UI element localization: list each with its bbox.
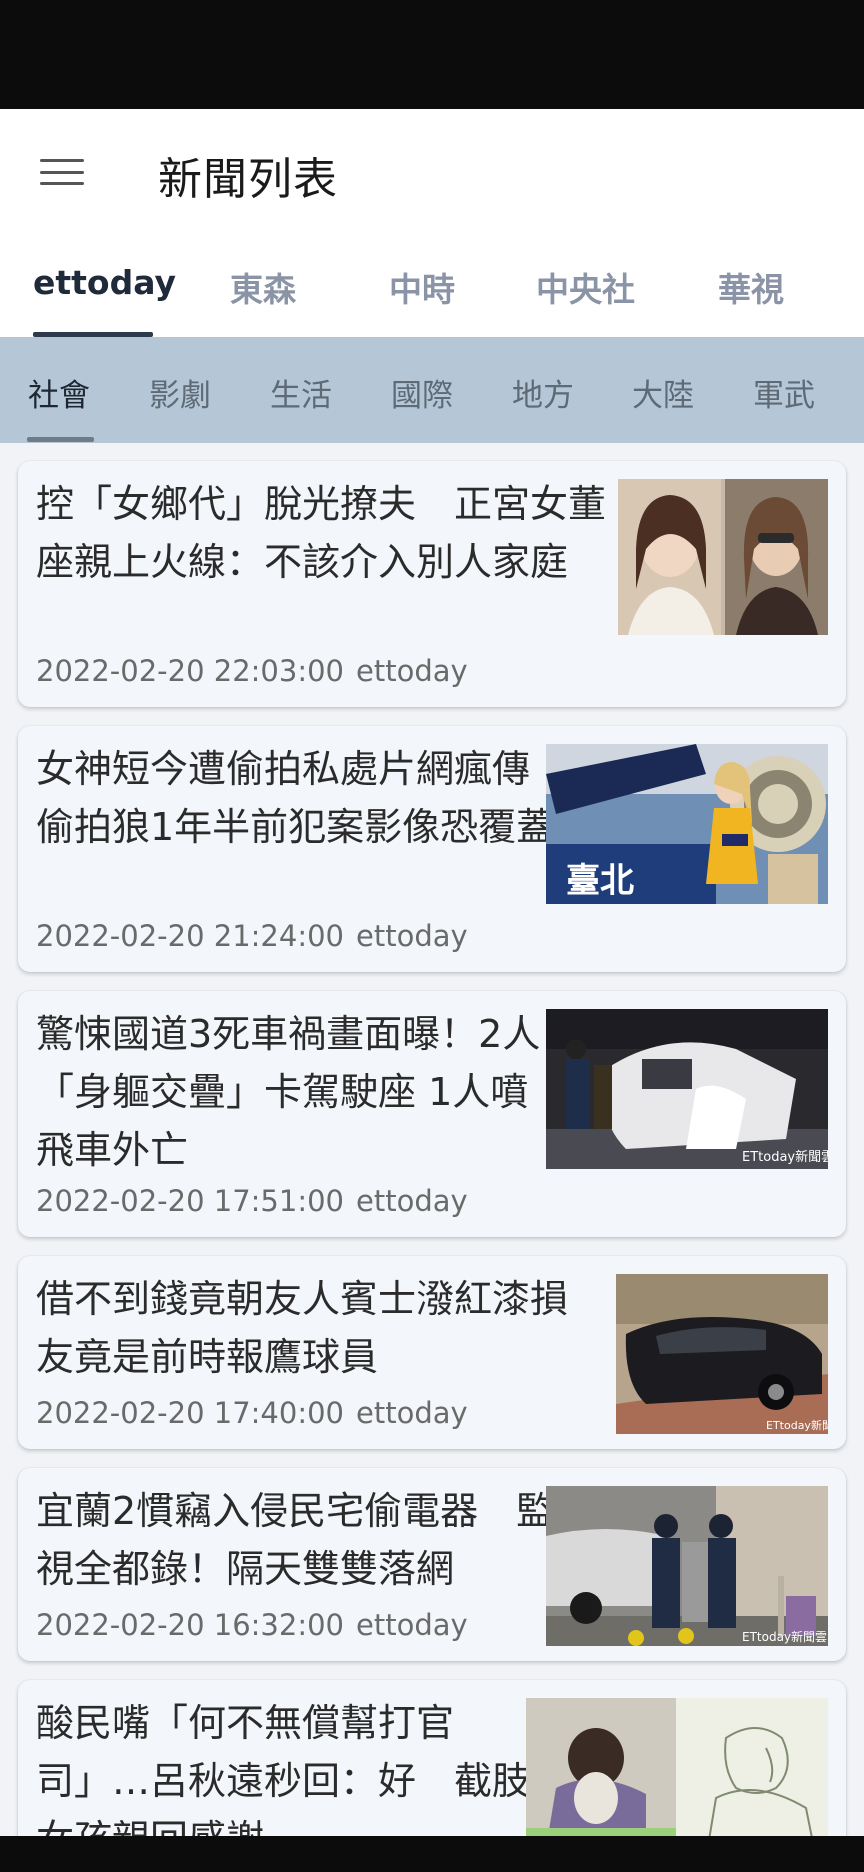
news-date: 2022-02-20 21:24:00 <box>36 919 344 953</box>
news-list: 控「女鄉代」脫光撩夫 正宮女董座親上火線：不該介入別人家庭 2022-02-20… <box>0 443 864 1836</box>
svg-text:ETtoday新聞雲: ETtoday新聞雲 <box>766 1418 828 1432</box>
status-bar <box>0 0 864 109</box>
tab-military[interactable]: 軍武 <box>753 370 815 415</box>
tab-life[interactable]: 生活 <box>270 370 332 415</box>
news-title: 控「女鄉代」脫光撩夫 正宮女董座親上火線：不該介入別人家庭 <box>36 482 607 584</box>
tab-cna[interactable]: 中央社 <box>536 263 635 311</box>
svg-text:臺北: 臺北 <box>566 861 634 901</box>
news-thumbnail <box>526 1698 828 1836</box>
news-thumbnail: ETtoday新聞雲 <box>546 1009 828 1169</box>
news-card[interactable]: 控「女鄉代」脫光撩夫 正宮女董座親上火線：不該介入別人家庭 2022-02-20… <box>18 461 846 707</box>
tab-mainland[interactable]: 大陸 <box>632 370 694 415</box>
tab-society[interactable]: 社會 <box>28 370 90 415</box>
svg-text:ETtoday新聞雲: ETtoday新聞雲 <box>742 1629 827 1644</box>
tab-ettoday[interactable]: ettoday <box>33 263 176 302</box>
news-title: 女神短今遭偷拍私處片網瘋傳 偷拍狼1年半前犯案影像恐覆蓋 <box>36 747 568 849</box>
source-tab-bar: ettoday 東森 中時 中央社 華視 <box>0 237 864 337</box>
news-meta: 2022-02-20 17:40:00 ettoday <box>36 1396 468 1430</box>
news-source: ettoday <box>356 1184 468 1218</box>
tab-chinatimes[interactable]: 中時 <box>389 263 455 311</box>
news-title: 酸民嘴「何不無償幫打官司」…呂秋遠秒回：好 截肢女孩親回感謝 <box>36 1701 531 1836</box>
news-thumbnail: 臺北 <box>546 744 828 904</box>
tab-international[interactable]: 國際 <box>391 370 453 415</box>
news-source: ettoday <box>356 1396 468 1430</box>
tab-dongsen[interactable]: 東森 <box>230 263 296 311</box>
category-tab-indicator <box>27 437 94 442</box>
news-thumbnail: ETtoday新聞雲 <box>616 1274 828 1434</box>
news-date: 2022-02-20 17:51:00 <box>36 1184 344 1218</box>
news-meta: 2022-02-20 21:24:00 ettoday <box>36 919 468 953</box>
news-title: 宜蘭2慣竊入侵民宅偷電器 監視全都錄！隔天雙雙落網 <box>36 1489 555 1591</box>
news-card[interactable]: 借不到錢竟朝友人賓士潑紅漆損友竟是前時報鷹球員 2022-02-20 17:40… <box>18 1256 846 1449</box>
news-card[interactable]: 宜蘭2慣竊入侵民宅偷電器 監視全都錄！隔天雙雙落網 2022-02-20 16:… <box>18 1468 846 1661</box>
tab-cts[interactable]: 華視 <box>718 263 784 311</box>
app-bar: 新聞列表 <box>0 109 864 237</box>
news-meta: 2022-02-20 17:51:00 ettoday <box>36 1184 468 1218</box>
news-date: 2022-02-20 17:40:00 <box>36 1396 344 1430</box>
news-thumbnail: ETtoday新聞雲 <box>546 1486 828 1646</box>
tab-entertainment[interactable]: 影劇 <box>149 370 211 415</box>
hamburger-menu-icon[interactable] <box>40 154 84 190</box>
page-title: 新聞列表 <box>158 154 338 205</box>
category-tab-bar: 社會 影劇 生活 國際 地方 大陸 軍武 <box>0 337 864 443</box>
tab-local[interactable]: 地方 <box>512 370 574 415</box>
news-source: ettoday <box>356 1608 468 1642</box>
svg-text:ETtoday新聞雲: ETtoday新聞雲 <box>742 1149 828 1165</box>
news-meta: 2022-02-20 22:03:00 ettoday <box>36 654 468 688</box>
news-date: 2022-02-20 22:03:00 <box>36 654 344 688</box>
navigation-bar <box>0 1836 864 1872</box>
news-source: ettoday <box>356 654 468 688</box>
news-card[interactable]: 女神短今遭偷拍私處片網瘋傳 偷拍狼1年半前犯案影像恐覆蓋 2022-02-20 … <box>18 726 846 972</box>
news-meta: 2022-02-20 16:32:00 ettoday <box>36 1608 468 1642</box>
news-card[interactable]: 酸民嘴「何不無償幫打官司」…呂秋遠秒回：好 截肢女孩親回感謝 <box>18 1680 846 1836</box>
news-title: 借不到錢竟朝友人賓士潑紅漆損友竟是前時報鷹球員 <box>36 1277 569 1379</box>
news-source: ettoday <box>356 919 468 953</box>
news-thumbnail <box>618 479 828 635</box>
news-date: 2022-02-20 16:32:00 <box>36 1608 344 1642</box>
news-card[interactable]: 驚悚國道3死車禍畫面曝！2人「身軀交疊」卡駕駛座 1人噴飛車外亡 2022-02… <box>18 991 846 1237</box>
news-title: 驚悚國道3死車禍畫面曝！2人「身軀交疊」卡駕駛座 1人噴飛車外亡 <box>36 1012 541 1172</box>
